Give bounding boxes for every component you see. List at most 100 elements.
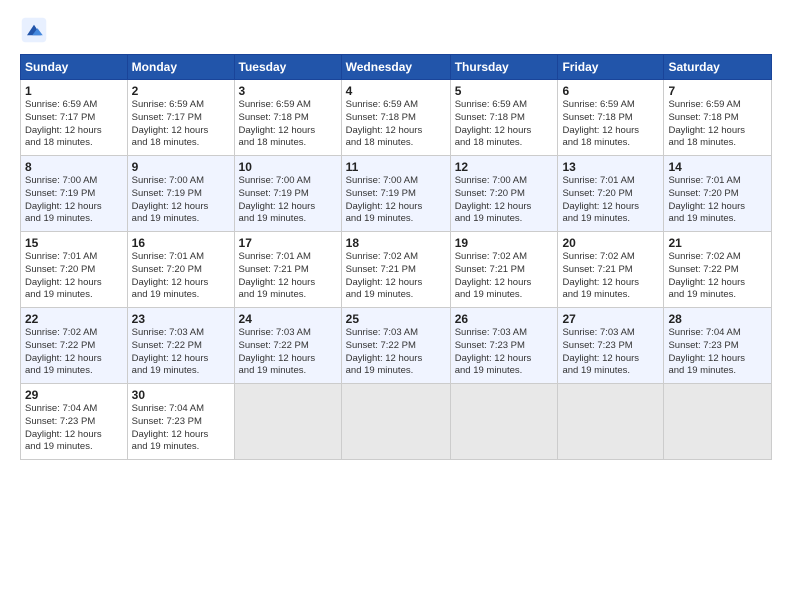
calendar-cell: 5 Sunrise: 6:59 AM Sunset: 7:18 PM Dayli… (450, 80, 558, 156)
day-number: 27 (562, 312, 659, 326)
day-info: Sunrise: 7:04 AM Sunset: 7:23 PM Dayligh… (668, 327, 767, 378)
col-header-friday: Friday (558, 55, 664, 80)
calendar-table: SundayMondayTuesdayWednesdayThursdayFrid… (20, 54, 772, 460)
calendar-cell: 18 Sunrise: 7:02 AM Sunset: 7:21 PM Dayl… (341, 232, 450, 308)
header (20, 16, 772, 44)
calendar-cell: 21 Sunrise: 7:02 AM Sunset: 7:22 PM Dayl… (664, 232, 772, 308)
col-header-thursday: Thursday (450, 55, 558, 80)
calendar-cell (450, 384, 558, 460)
logo-icon (20, 16, 48, 44)
col-header-saturday: Saturday (664, 55, 772, 80)
day-info: Sunrise: 7:02 AM Sunset: 7:22 PM Dayligh… (25, 327, 123, 378)
day-info: Sunrise: 7:03 AM Sunset: 7:23 PM Dayligh… (455, 327, 554, 378)
day-number: 2 (132, 84, 230, 98)
calendar-cell (341, 384, 450, 460)
calendar-cell: 23 Sunrise: 7:03 AM Sunset: 7:22 PM Dayl… (127, 308, 234, 384)
day-number: 21 (668, 236, 767, 250)
calendar-cell: 17 Sunrise: 7:01 AM Sunset: 7:21 PM Dayl… (234, 232, 341, 308)
day-number: 8 (25, 160, 123, 174)
calendar-cell: 11 Sunrise: 7:00 AM Sunset: 7:19 PM Dayl… (341, 156, 450, 232)
day-number: 9 (132, 160, 230, 174)
day-info: Sunrise: 7:04 AM Sunset: 7:23 PM Dayligh… (25, 403, 123, 454)
col-header-sunday: Sunday (21, 55, 128, 80)
day-info: Sunrise: 7:00 AM Sunset: 7:19 PM Dayligh… (25, 175, 123, 226)
day-number: 1 (25, 84, 123, 98)
week-row-3: 15 Sunrise: 7:01 AM Sunset: 7:20 PM Dayl… (21, 232, 772, 308)
day-number: 20 (562, 236, 659, 250)
calendar-cell: 28 Sunrise: 7:04 AM Sunset: 7:23 PM Dayl… (664, 308, 772, 384)
calendar-cell: 14 Sunrise: 7:01 AM Sunset: 7:20 PM Dayl… (664, 156, 772, 232)
calendar-cell: 25 Sunrise: 7:03 AM Sunset: 7:22 PM Dayl… (341, 308, 450, 384)
day-info: Sunrise: 6:59 AM Sunset: 7:17 PM Dayligh… (132, 99, 230, 150)
day-info: Sunrise: 7:02 AM Sunset: 7:21 PM Dayligh… (562, 251, 659, 302)
day-info: Sunrise: 7:01 AM Sunset: 7:20 PM Dayligh… (132, 251, 230, 302)
page: SundayMondayTuesdayWednesdayThursdayFrid… (0, 0, 792, 612)
week-row-4: 22 Sunrise: 7:02 AM Sunset: 7:22 PM Dayl… (21, 308, 772, 384)
day-number: 10 (239, 160, 337, 174)
col-header-tuesday: Tuesday (234, 55, 341, 80)
day-info: Sunrise: 6:59 AM Sunset: 7:17 PM Dayligh… (25, 99, 123, 150)
day-number: 13 (562, 160, 659, 174)
day-number: 5 (455, 84, 554, 98)
day-info: Sunrise: 7:02 AM Sunset: 7:21 PM Dayligh… (455, 251, 554, 302)
day-number: 6 (562, 84, 659, 98)
col-header-wednesday: Wednesday (341, 55, 450, 80)
day-info: Sunrise: 7:01 AM Sunset: 7:20 PM Dayligh… (668, 175, 767, 226)
logo (20, 16, 52, 44)
calendar-cell (664, 384, 772, 460)
calendar-cell: 15 Sunrise: 7:01 AM Sunset: 7:20 PM Dayl… (21, 232, 128, 308)
day-info: Sunrise: 6:59 AM Sunset: 7:18 PM Dayligh… (346, 99, 446, 150)
day-info: Sunrise: 7:01 AM Sunset: 7:21 PM Dayligh… (239, 251, 337, 302)
day-number: 26 (455, 312, 554, 326)
calendar-cell: 2 Sunrise: 6:59 AM Sunset: 7:17 PM Dayli… (127, 80, 234, 156)
week-row-1: 1 Sunrise: 6:59 AM Sunset: 7:17 PM Dayli… (21, 80, 772, 156)
week-row-2: 8 Sunrise: 7:00 AM Sunset: 7:19 PM Dayli… (21, 156, 772, 232)
calendar-cell: 10 Sunrise: 7:00 AM Sunset: 7:19 PM Dayl… (234, 156, 341, 232)
day-number: 17 (239, 236, 337, 250)
calendar-cell: 4 Sunrise: 6:59 AM Sunset: 7:18 PM Dayli… (341, 80, 450, 156)
calendar-cell: 9 Sunrise: 7:00 AM Sunset: 7:19 PM Dayli… (127, 156, 234, 232)
day-info: Sunrise: 7:01 AM Sunset: 7:20 PM Dayligh… (25, 251, 123, 302)
day-info: Sunrise: 6:59 AM Sunset: 7:18 PM Dayligh… (239, 99, 337, 150)
calendar-cell: 16 Sunrise: 7:01 AM Sunset: 7:20 PM Dayl… (127, 232, 234, 308)
day-number: 18 (346, 236, 446, 250)
day-info: Sunrise: 7:00 AM Sunset: 7:19 PM Dayligh… (239, 175, 337, 226)
day-info: Sunrise: 6:59 AM Sunset: 7:18 PM Dayligh… (455, 99, 554, 150)
calendar-cell: 6 Sunrise: 6:59 AM Sunset: 7:18 PM Dayli… (558, 80, 664, 156)
day-info: Sunrise: 7:00 AM Sunset: 7:19 PM Dayligh… (132, 175, 230, 226)
calendar-cell: 8 Sunrise: 7:00 AM Sunset: 7:19 PM Dayli… (21, 156, 128, 232)
day-number: 28 (668, 312, 767, 326)
day-info: Sunrise: 7:00 AM Sunset: 7:19 PM Dayligh… (346, 175, 446, 226)
day-info: Sunrise: 7:02 AM Sunset: 7:22 PM Dayligh… (668, 251, 767, 302)
calendar-cell: 3 Sunrise: 6:59 AM Sunset: 7:18 PM Dayli… (234, 80, 341, 156)
calendar-cell: 26 Sunrise: 7:03 AM Sunset: 7:23 PM Dayl… (450, 308, 558, 384)
day-number: 29 (25, 388, 123, 402)
day-info: Sunrise: 6:59 AM Sunset: 7:18 PM Dayligh… (562, 99, 659, 150)
calendar-cell: 19 Sunrise: 7:02 AM Sunset: 7:21 PM Dayl… (450, 232, 558, 308)
day-number: 11 (346, 160, 446, 174)
day-info: Sunrise: 7:03 AM Sunset: 7:23 PM Dayligh… (562, 327, 659, 378)
calendar-cell (558, 384, 664, 460)
calendar-cell: 22 Sunrise: 7:02 AM Sunset: 7:22 PM Dayl… (21, 308, 128, 384)
calendar-cell: 29 Sunrise: 7:04 AM Sunset: 7:23 PM Dayl… (21, 384, 128, 460)
day-number: 14 (668, 160, 767, 174)
day-number: 22 (25, 312, 123, 326)
day-info: Sunrise: 7:03 AM Sunset: 7:22 PM Dayligh… (346, 327, 446, 378)
calendar-cell: 1 Sunrise: 6:59 AM Sunset: 7:17 PM Dayli… (21, 80, 128, 156)
day-number: 12 (455, 160, 554, 174)
week-row-5: 29 Sunrise: 7:04 AM Sunset: 7:23 PM Dayl… (21, 384, 772, 460)
day-info: Sunrise: 7:04 AM Sunset: 7:23 PM Dayligh… (132, 403, 230, 454)
calendar-cell: 12 Sunrise: 7:00 AM Sunset: 7:20 PM Dayl… (450, 156, 558, 232)
day-number: 16 (132, 236, 230, 250)
col-header-monday: Monday (127, 55, 234, 80)
day-info: Sunrise: 7:01 AM Sunset: 7:20 PM Dayligh… (562, 175, 659, 226)
calendar-cell: 30 Sunrise: 7:04 AM Sunset: 7:23 PM Dayl… (127, 384, 234, 460)
day-number: 3 (239, 84, 337, 98)
calendar-cell (234, 384, 341, 460)
day-info: Sunrise: 7:03 AM Sunset: 7:22 PM Dayligh… (239, 327, 337, 378)
day-number: 7 (668, 84, 767, 98)
day-number: 23 (132, 312, 230, 326)
calendar-cell: 13 Sunrise: 7:01 AM Sunset: 7:20 PM Dayl… (558, 156, 664, 232)
day-info: Sunrise: 6:59 AM Sunset: 7:18 PM Dayligh… (668, 99, 767, 150)
day-number: 4 (346, 84, 446, 98)
